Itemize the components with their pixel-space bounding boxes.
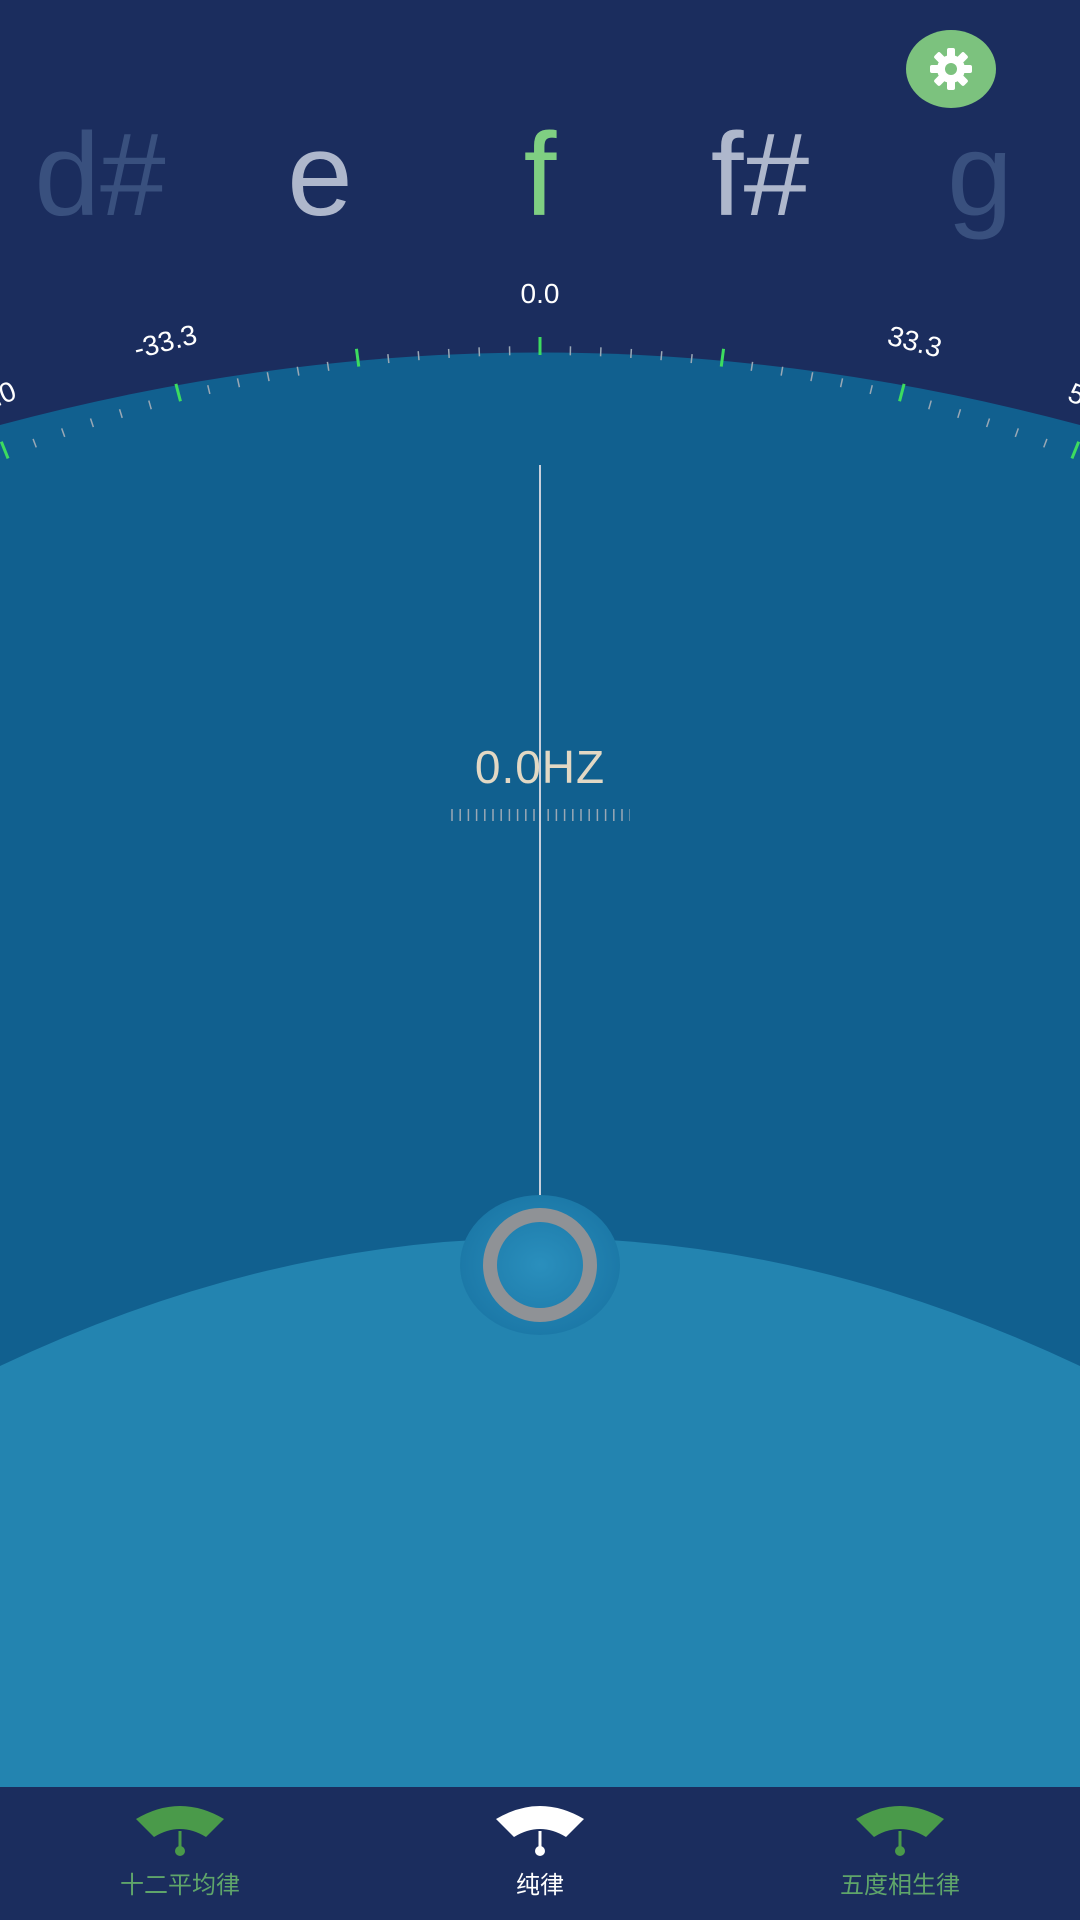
scale-minor-tick [690,354,693,364]
settings-button[interactable] [906,30,996,108]
nav-label-equal-temperament: 十二平均律 [120,1872,240,1899]
bottom-nav: 十二平均律 纯律 五度相生律 [0,1787,1080,1920]
scale-label: 33.3 [884,320,945,364]
nav-item-just-intonation[interactable]: 纯律 [360,1787,720,1920]
note-next-1: f# [710,109,810,241]
scale-minor-tick [447,348,450,358]
tuner-gauge-icon [136,1806,224,1856]
note-prev-2: d# [34,109,166,241]
scale-minor-tick [417,351,420,361]
note-prev-1: e [287,109,353,241]
tuner-gauge-icon [496,1806,584,1856]
nav-item-pythagorean[interactable]: 五度相生律 [720,1787,1080,1920]
scale-minor-tick [660,351,663,361]
scale-label: 0.0 [521,278,560,309]
scale-label: -33.3 [130,319,200,365]
scale-minor-tick [630,348,633,358]
scale-label: -50.0 [0,375,20,428]
tuner-gauge-icon [856,1806,944,1856]
frequency-readout: 0.0HZ [474,741,606,793]
frequency-ticks [451,809,630,821]
scale-minor-tick [387,354,390,364]
tuner-gauge: -50.0 -33.3 0.0 33.3 50.0 [0,278,1080,1787]
note-next-2: g [947,109,1013,241]
nav-label-pythagorean: 五度相生律 [840,1872,960,1899]
scale-label: 50.0 [1064,377,1080,426]
note-current: f [523,109,557,241]
note-selector: d# e f f# g [0,110,1080,240]
gear-icon [930,48,972,90]
nav-label-just-intonation: 纯律 [516,1872,564,1899]
nav-item-equal-temperament[interactable]: 十二平均律 [0,1787,360,1920]
